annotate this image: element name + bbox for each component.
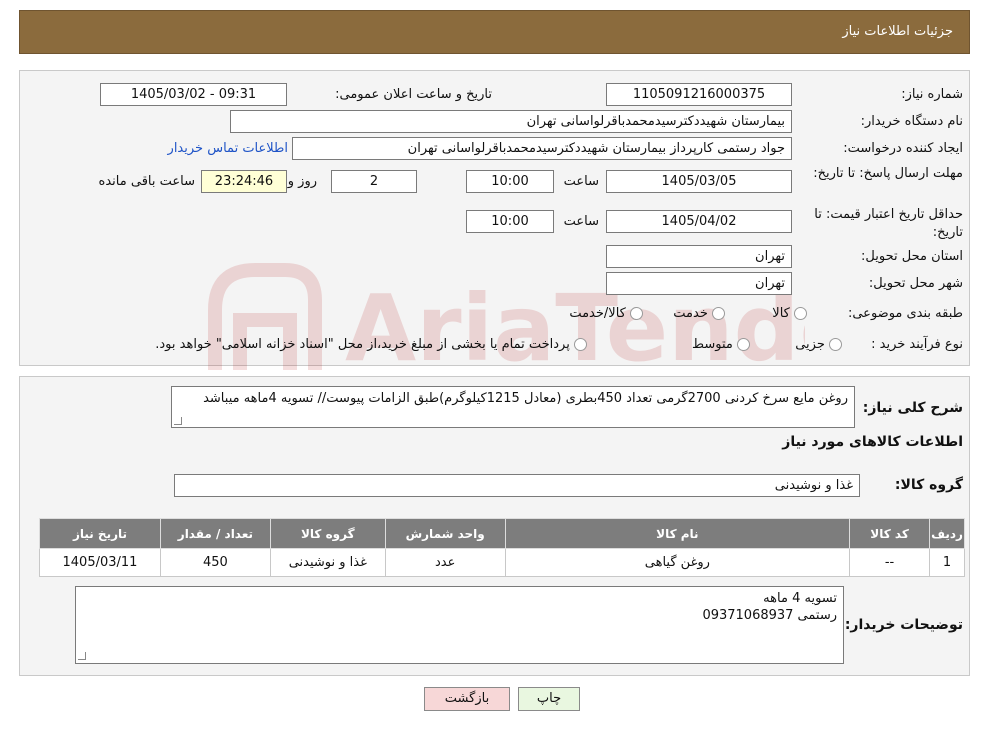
price-validity-date-field: 1405/04/02: [606, 210, 792, 233]
cell-need-date: 1405/03/11: [39, 548, 161, 577]
cell-unit: عدد: [384, 548, 506, 577]
category-option-service[interactable]: خدمت: [673, 306, 725, 321]
price-validity-time-label: ساعت: [563, 214, 599, 229]
cell-item-name: روغن گیاهی: [504, 548, 851, 577]
description-label: شرح کلی نیاز:: [862, 400, 963, 416]
price-validity-time-field: 10:00: [466, 210, 554, 233]
delivery-province-label: استان محل تحویل:: [861, 249, 963, 264]
cell-goods-group: غذا و نوشیدنی: [269, 548, 386, 577]
radio-icon[interactable]: [630, 307, 643, 320]
requester-field: جواد رستمی کارپرداز بیمارستان شهیددکترسی…: [292, 137, 792, 160]
col-header-quantity: تعداد / مقدار: [159, 518, 271, 549]
items-section-title: اطلاعات کالاهای مورد نیاز: [782, 434, 963, 450]
resize-handle-icon[interactable]: [174, 417, 182, 425]
col-header-row-number: ردیف: [929, 518, 965, 549]
cell-row-number: 1: [929, 548, 965, 577]
description-field: روغن مایع سرخ کردنی 2700گرمی تعداد 450بط…: [171, 386, 855, 428]
radio-icon[interactable]: [574, 338, 587, 351]
table-row: 1 -- روغن گیاهی عدد غذا و نوشیدنی 450 14…: [39, 548, 965, 577]
page-header: جزئیات اطلاعات نیاز: [19, 10, 970, 54]
process-option-medium[interactable]: متوسط: [692, 337, 750, 352]
cell-item-code: --: [849, 548, 931, 577]
reply-time-field: 10:00: [466, 170, 554, 193]
goods-group-label: گروه کالا:: [894, 477, 963, 493]
radio-icon[interactable]: [794, 307, 807, 320]
items-table: ردیف کد کالا نام کالا واحد شمارش گروه کا…: [39, 518, 965, 577]
process-option-treasury[interactable]: پرداخت تمام یا بخشی از مبلغ خرید،از محل …: [155, 337, 587, 352]
process-option-minor[interactable]: جزیی: [795, 337, 842, 352]
delivery-city-label: شهر محل تحویل:: [868, 276, 963, 291]
col-header-item-name: نام کالا: [504, 518, 851, 549]
col-header-item-code: کد کالا: [849, 518, 931, 549]
radio-icon[interactable]: [737, 338, 750, 351]
page-title: جزئیات اطلاعات نیاز: [842, 24, 953, 39]
buyer-notes-label: توضیحات خریدار:: [844, 617, 963, 633]
reply-deadline-label: مهلت ارسال پاسخ: تا تاریخ:: [813, 166, 963, 181]
buyer-notes-field: تسویه 4 ماهه رستمی 09371068937: [75, 586, 844, 664]
print-button[interactable]: چاپ: [518, 687, 580, 711]
need-number-label: شماره نیاز:: [901, 87, 963, 102]
buyer-org-field: بیمارستان شهیددکترسیدمحمدباقرلواسانی تهر…: [230, 110, 792, 133]
table-header-row: ردیف کد کالا نام کالا واحد شمارش گروه کا…: [39, 518, 965, 549]
remaining-time-label: ساعت باقی مانده: [98, 174, 195, 189]
price-validity-label: حداقل تاریخ اعتبار قیمت: تا تاریخ:: [814, 207, 963, 240]
category-option-goods[interactable]: کالا: [772, 306, 807, 321]
purchase-process-label: نوع فرآیند خرید :: [871, 337, 963, 352]
requester-label: ایجاد کننده درخواست:: [843, 141, 963, 156]
reply-days-field: 2: [331, 170, 417, 193]
remaining-time-field: 23:24:46: [201, 170, 287, 193]
reply-date-field: 1405/03/05: [606, 170, 792, 193]
resize-handle-icon[interactable]: [78, 652, 86, 660]
buyer-contact-link[interactable]: اطلاعات تماس خریدار: [168, 141, 288, 156]
delivery-city-field: تهران: [606, 272, 792, 295]
reply-time-label: ساعت: [563, 174, 599, 189]
category-label: طبقه بندی موضوعی:: [847, 306, 963, 321]
col-header-goods-group: گروه کالا: [269, 518, 386, 549]
buyer-notes-line-1: تسویه 4 ماهه: [763, 591, 837, 606]
category-option-goods-service[interactable]: کالا/خدمت: [569, 306, 643, 321]
col-header-need-date: تاریخ نیاز: [39, 518, 161, 549]
days-label: روز و: [287, 174, 317, 189]
buyer-org-label: نام دستگاه خریدار:: [860, 114, 963, 129]
announce-datetime-label: تاریخ و ساعت اعلان عمومی:: [335, 87, 492, 102]
back-button[interactable]: بازگشت: [424, 687, 510, 711]
goods-group-field: غذا و نوشیدنی: [174, 474, 860, 497]
radio-icon[interactable]: [829, 338, 842, 351]
announce-datetime-field: 1405/03/02 - 09:31: [100, 83, 287, 106]
buyer-notes-line-2: رستمی 09371068937: [702, 608, 837, 623]
col-header-unit: واحد شمارش: [384, 518, 506, 549]
radio-icon[interactable]: [712, 307, 725, 320]
need-number-field: 1105091216000375: [606, 83, 792, 106]
cell-quantity: 450: [159, 548, 271, 577]
delivery-province-field: تهران: [606, 245, 792, 268]
